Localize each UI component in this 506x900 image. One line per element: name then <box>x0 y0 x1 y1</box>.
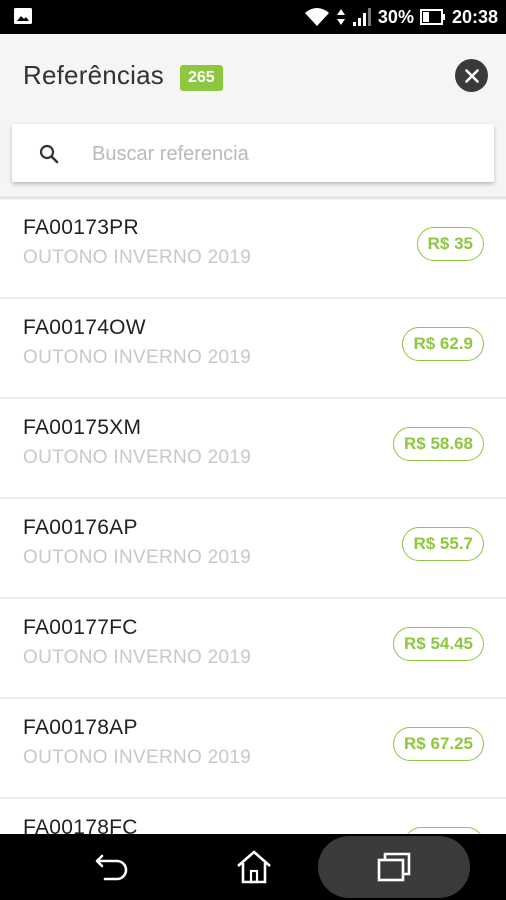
reference-season: OUTONO INVERNO 2019 <box>23 647 252 668</box>
price-badge: R$ 54.45 <box>393 627 484 661</box>
list-item[interactable]: FA00178AP OUTONO INVERNO 2019 R$ 67.25 <box>0 699 506 799</box>
list-item[interactable]: FA00174OW OUTONO INVERNO 2019 R$ 62.9 <box>0 299 506 399</box>
recent-apps-button[interactable] <box>318 836 470 898</box>
reference-season: OUTONO INVERNO 2019 <box>23 347 252 368</box>
search-input[interactable] <box>90 136 474 172</box>
reference-code: FA00174OW <box>23 316 146 339</box>
search-section <box>0 114 506 200</box>
recent-apps-icon <box>377 852 411 882</box>
battery-icon <box>419 9 445 25</box>
reference-code: FA00177FC <box>23 616 138 639</box>
price-badge: R$ 55.7 <box>402 527 484 561</box>
image-icon <box>14 8 32 24</box>
reference-season: OUTONO INVERNO 2019 <box>23 247 252 268</box>
list-item[interactable]: FA00177FC OUTONO INVERNO 2019 R$ 54.45 <box>0 599 506 699</box>
list-item[interactable]: FA00176AP OUTONO INVERNO 2019 R$ 55.7 <box>0 499 506 599</box>
battery-level: 30% <box>377 6 414 27</box>
list-item[interactable]: FA00178FC ​ <box>0 799 506 834</box>
reference-season: OUTONO INVERNO 2019 <box>23 747 252 768</box>
reference-code: FA00178FC <box>23 816 138 834</box>
reference-list[interactable]: FA00173PR OUTONO INVERNO 2019 R$ 35 FA00… <box>0 199 506 834</box>
back-icon <box>95 854 128 881</box>
clock: 20:38 <box>451 6 498 27</box>
price-badge: R$ 67.25 <box>393 727 484 761</box>
reference-code: FA00175XM <box>23 416 142 439</box>
reference-code: FA00173PR <box>23 216 139 239</box>
price-badge: ​ <box>404 827 484 834</box>
home-button[interactable] <box>214 834 294 900</box>
search-icon <box>39 144 59 164</box>
home-icon <box>237 850 271 884</box>
reference-season: OUTONO INVERNO 2019 <box>23 547 252 568</box>
close-icon <box>464 68 479 83</box>
price-badge: R$ 35 <box>416 227 484 261</box>
page-title: Referências <box>23 60 164 90</box>
price-badge: R$ 62.9 <box>402 327 484 361</box>
wifi-icon <box>304 8 329 26</box>
list-item[interactable]: FA00175XM OUTONO INVERNO 2019 R$ 58.68 <box>0 399 506 499</box>
data-arrows-icon <box>336 9 345 25</box>
signal-icon <box>352 8 371 26</box>
status-bar: 30% 20:38 <box>0 0 506 34</box>
search-box[interactable] <box>12 124 494 182</box>
count-badge: 265 <box>180 65 223 91</box>
app-header: Referências 265 <box>0 34 506 114</box>
price-badge: R$ 58.68 <box>393 427 484 461</box>
reference-code: FA00176AP <box>23 516 138 539</box>
close-button[interactable] <box>455 59 488 92</box>
system-nav-bar <box>0 834 506 900</box>
list-item[interactable]: FA00173PR OUTONO INVERNO 2019 R$ 35 <box>0 199 506 299</box>
back-button[interactable] <box>72 834 152 900</box>
reference-season: OUTONO INVERNO 2019 <box>23 447 252 468</box>
reference-code: FA00178AP <box>23 716 138 739</box>
